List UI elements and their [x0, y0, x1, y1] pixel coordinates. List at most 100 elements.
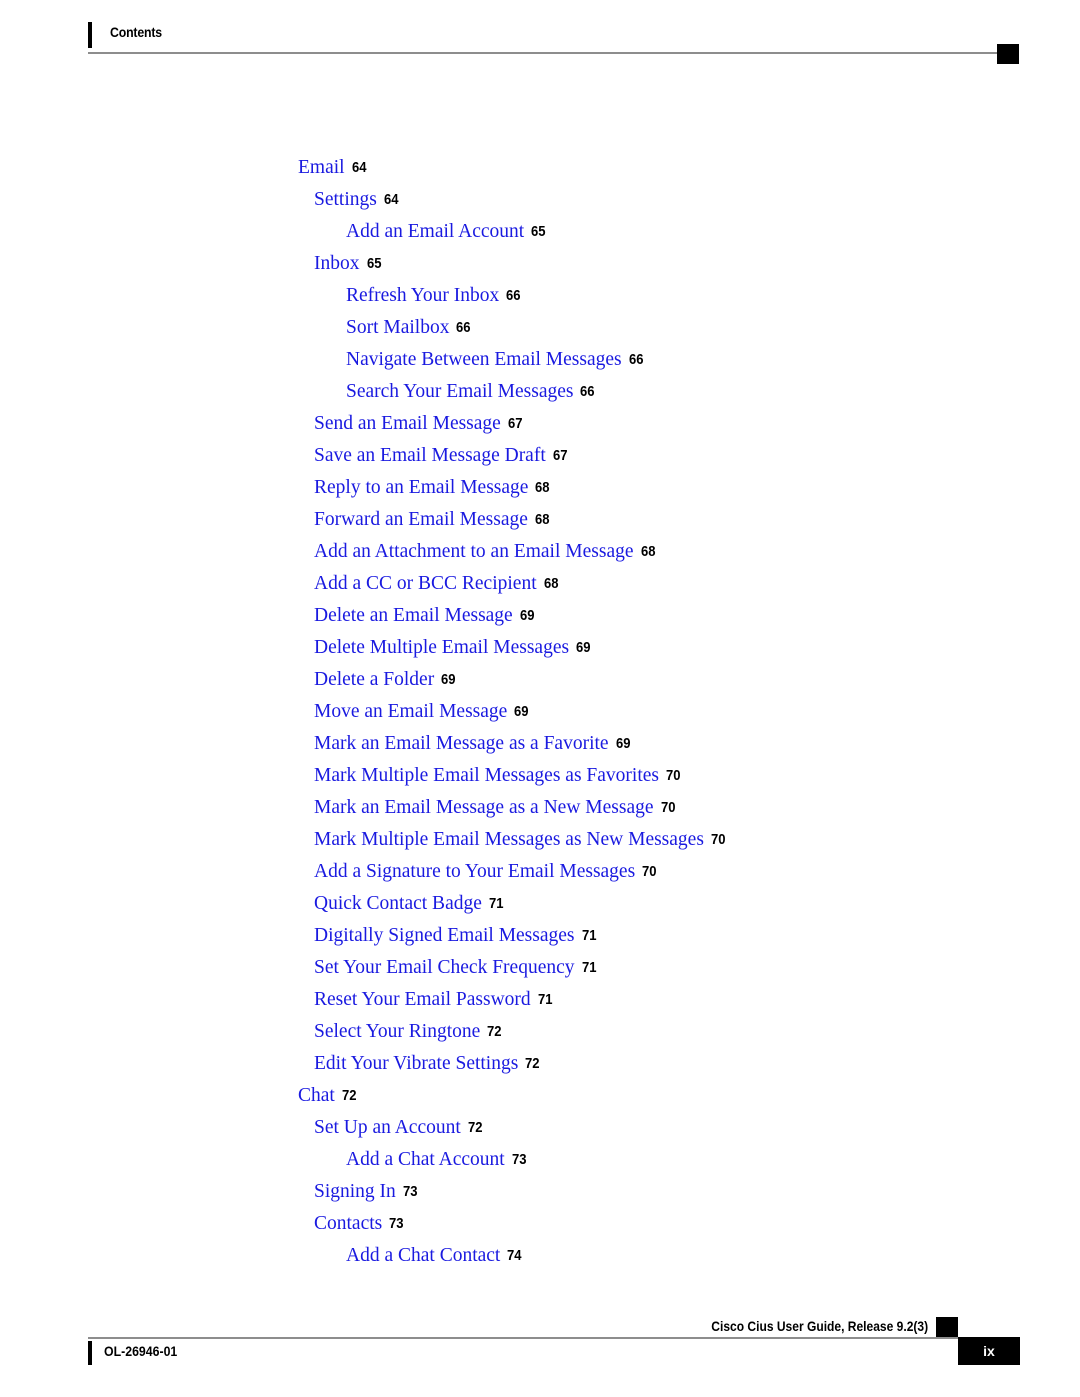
toc-entry-page-number: 72 [467, 1120, 483, 1136]
toc-entry[interactable]: Add a Signature to Your Email Messages 70 [0, 856, 1080, 888]
footer-corner-marker [936, 1317, 958, 1337]
toc-entry[interactable]: Reset Your Email Password 71 [0, 984, 1080, 1016]
toc-entry-title[interactable]: Reset Your Email Password [314, 989, 531, 1010]
toc-entry-title[interactable]: Add a CC or BCC Recipient [314, 573, 537, 594]
toc-entry-page-number: 69 [441, 672, 456, 688]
toc-entry-title[interactable]: Refresh Your Inbox [346, 285, 499, 306]
toc-entry[interactable]: Navigate Between Email Messages 66 [0, 344, 1080, 376]
toc-entry-page-number: 69 [576, 640, 591, 656]
toc-entry-title[interactable]: Edit Your Vibrate Settings [314, 1053, 518, 1074]
table-of-contents: Email 64 Settings 64 Add an Email Account 65 I… [0, 152, 1080, 1272]
toc-entry-title[interactable]: Chat [298, 1085, 335, 1106]
toc-entry[interactable]: Send an Email Message 67 [0, 408, 1080, 440]
toc-entry[interactable]: Add a CC or BCC Recipient 68 [0, 568, 1080, 600]
toc-entry[interactable]: Settings 64 [0, 184, 1080, 216]
page-footer: Cisco Cius User Guide, Release 9.2(3) OL… [0, 1317, 1080, 1397]
toc-entry[interactable]: Delete an Email Message 69 [0, 600, 1080, 632]
page-header: Contents [0, 0, 1080, 70]
toc-entry[interactable]: Mark an Email Message as a Favorite 69 [0, 728, 1080, 760]
toc-entry-title[interactable]: Quick Contact Badge [314, 893, 482, 914]
toc-entry-title[interactable]: Delete Multiple Email Messages [314, 637, 569, 658]
toc-entry[interactable]: Sort Mailbox 66 [0, 312, 1080, 344]
toc-entry[interactable]: Delete Multiple Email Messages 69 [0, 632, 1080, 664]
toc-entry-page-number: 72 [525, 1056, 540, 1072]
toc-entry[interactable]: Save an Email Message Draft 67 [0, 440, 1080, 472]
toc-entry-title[interactable]: Inbox [314, 253, 360, 274]
toc-entry-title[interactable]: Set Up an Account [314, 1117, 461, 1138]
toc-entry-page-number: 64 [383, 192, 399, 208]
toc-entry-page-number: 73 [402, 1184, 418, 1200]
toc-entry[interactable]: Mark Multiple Email Messages as Favorite… [0, 760, 1080, 792]
toc-entry-title[interactable]: Save an Email Message Draft [314, 445, 546, 466]
toc-entry-title[interactable]: Send an Email Message [314, 413, 501, 434]
toc-entry-title[interactable]: Settings [314, 189, 377, 210]
toc-entry[interactable]: Email 64 [0, 152, 1080, 184]
toc-entry-title[interactable]: Reply to an Email Message [314, 477, 528, 498]
toc-entry[interactable]: Refresh Your Inbox 66 [0, 280, 1080, 312]
toc-entry-title[interactable]: Forward an Email Message [314, 509, 528, 530]
toc-entry-title[interactable]: Mark an Email Message as a New Message [314, 797, 654, 818]
toc-entry[interactable]: Signing In 73 [0, 1176, 1080, 1208]
toc-entry[interactable]: Set Up an Account 72 [0, 1112, 1080, 1144]
toc-entry-title[interactable]: Delete an Email Message [314, 605, 513, 626]
toc-entry-title[interactable]: Mark Multiple Email Messages as Favorite… [314, 765, 659, 786]
toc-entry-title[interactable]: Add an Email Account [346, 221, 524, 242]
toc-entry-page-number: 70 [665, 768, 681, 784]
toc-entry-page-number: 70 [642, 864, 657, 880]
toc-entry-title[interactable]: Add a Signature to Your Email Messages [314, 861, 635, 882]
toc-entry-title[interactable]: Add an Attachment to an Email Message [314, 541, 634, 562]
toc-entry-title[interactable]: Delete a Folder [314, 669, 434, 690]
toc-entry[interactable]: Delete a Folder 69 [0, 664, 1080, 696]
toc-entry-page-number: 64 [351, 160, 367, 176]
toc-entry-title[interactable]: Sort Mailbox [346, 317, 449, 338]
toc-entry-title[interactable]: Move an Email Message [314, 701, 507, 722]
toc-entry-title[interactable]: Navigate Between Email Messages [346, 349, 622, 370]
toc-entry[interactable]: Quick Contact Badge 71 [0, 888, 1080, 920]
toc-entry-title[interactable]: Select Your Ringtone [314, 1021, 480, 1042]
toc-entry-title[interactable]: Contacts [314, 1213, 382, 1234]
footer-accent-bar [88, 1341, 92, 1365]
toc-entry[interactable]: Set Your Email Check Frequency 71 [0, 952, 1080, 984]
toc-entry[interactable]: Add an Attachment to an Email Message 68 [0, 536, 1080, 568]
toc-entry-title[interactable]: Add a Chat Contact [346, 1245, 500, 1266]
toc-entry[interactable]: Inbox 65 [0, 248, 1080, 280]
toc-entry[interactable]: Contacts 73 [0, 1208, 1080, 1240]
toc-entry[interactable]: Digitally Signed Email Messages 71 [0, 920, 1080, 952]
toc-entry[interactable]: Chat 72 [0, 1080, 1080, 1112]
toc-entry-title[interactable]: Set Your Email Check Frequency [314, 957, 575, 978]
toc-entry-page-number: 71 [488, 896, 504, 912]
toc-entry-page-number: 68 [543, 576, 559, 592]
toc-entry-title[interactable]: Search Your Email Messages [346, 381, 573, 402]
toc-entry[interactable]: Move an Email Message 69 [0, 696, 1080, 728]
toc-entry-title[interactable]: Digitally Signed Email Messages [314, 925, 575, 946]
toc-entry[interactable]: Select Your Ringtone 72 [0, 1016, 1080, 1048]
toc-entry-page-number: 72 [487, 1024, 502, 1040]
toc-entry[interactable]: Edit Your Vibrate Settings 72 [0, 1048, 1080, 1080]
toc-entry-title[interactable]: Add a Chat Account [346, 1149, 505, 1170]
toc-entry[interactable]: Add a Chat Account 73 [0, 1144, 1080, 1176]
header-divider-rule [88, 52, 998, 54]
toc-entry-page-number: 70 [710, 832, 726, 848]
footer-document-id: OL-26946-01 [104, 1343, 178, 1359]
page-title: Contents [110, 24, 162, 40]
toc-entry-title[interactable]: Signing In [314, 1181, 396, 1202]
toc-entry-page-number: 66 [628, 352, 644, 368]
toc-entry[interactable]: Mark Multiple Email Messages as New Mess… [0, 824, 1080, 856]
toc-entry-page-number: 69 [615, 736, 631, 752]
toc-entry-page-number: 66 [456, 320, 471, 336]
toc-entry[interactable]: Forward an Email Message 68 [0, 504, 1080, 536]
footer-divider-rule [88, 1337, 998, 1339]
toc-entry-page-number: 69 [514, 704, 529, 720]
toc-entry-page-number: 74 [507, 1248, 522, 1264]
toc-entry-title[interactable]: Mark Multiple Email Messages as New Mess… [314, 829, 704, 850]
toc-entry-page-number: 67 [552, 448, 568, 464]
toc-entry[interactable]: Add a Chat Contact 74 [0, 1240, 1080, 1272]
toc-entry[interactable]: Add an Email Account 65 [0, 216, 1080, 248]
toc-entry-page-number: 72 [341, 1088, 357, 1104]
toc-entry[interactable]: Reply to an Email Message 68 [0, 472, 1080, 504]
toc-entry[interactable]: Mark an Email Message as a New Message 70 [0, 792, 1080, 824]
toc-entry-title[interactable]: Email [298, 157, 345, 178]
toc-entry-page-number: 71 [581, 960, 597, 976]
toc-entry[interactable]: Search Your Email Messages 66 [0, 376, 1080, 408]
toc-entry-title[interactable]: Mark an Email Message as a Favorite [314, 733, 609, 754]
